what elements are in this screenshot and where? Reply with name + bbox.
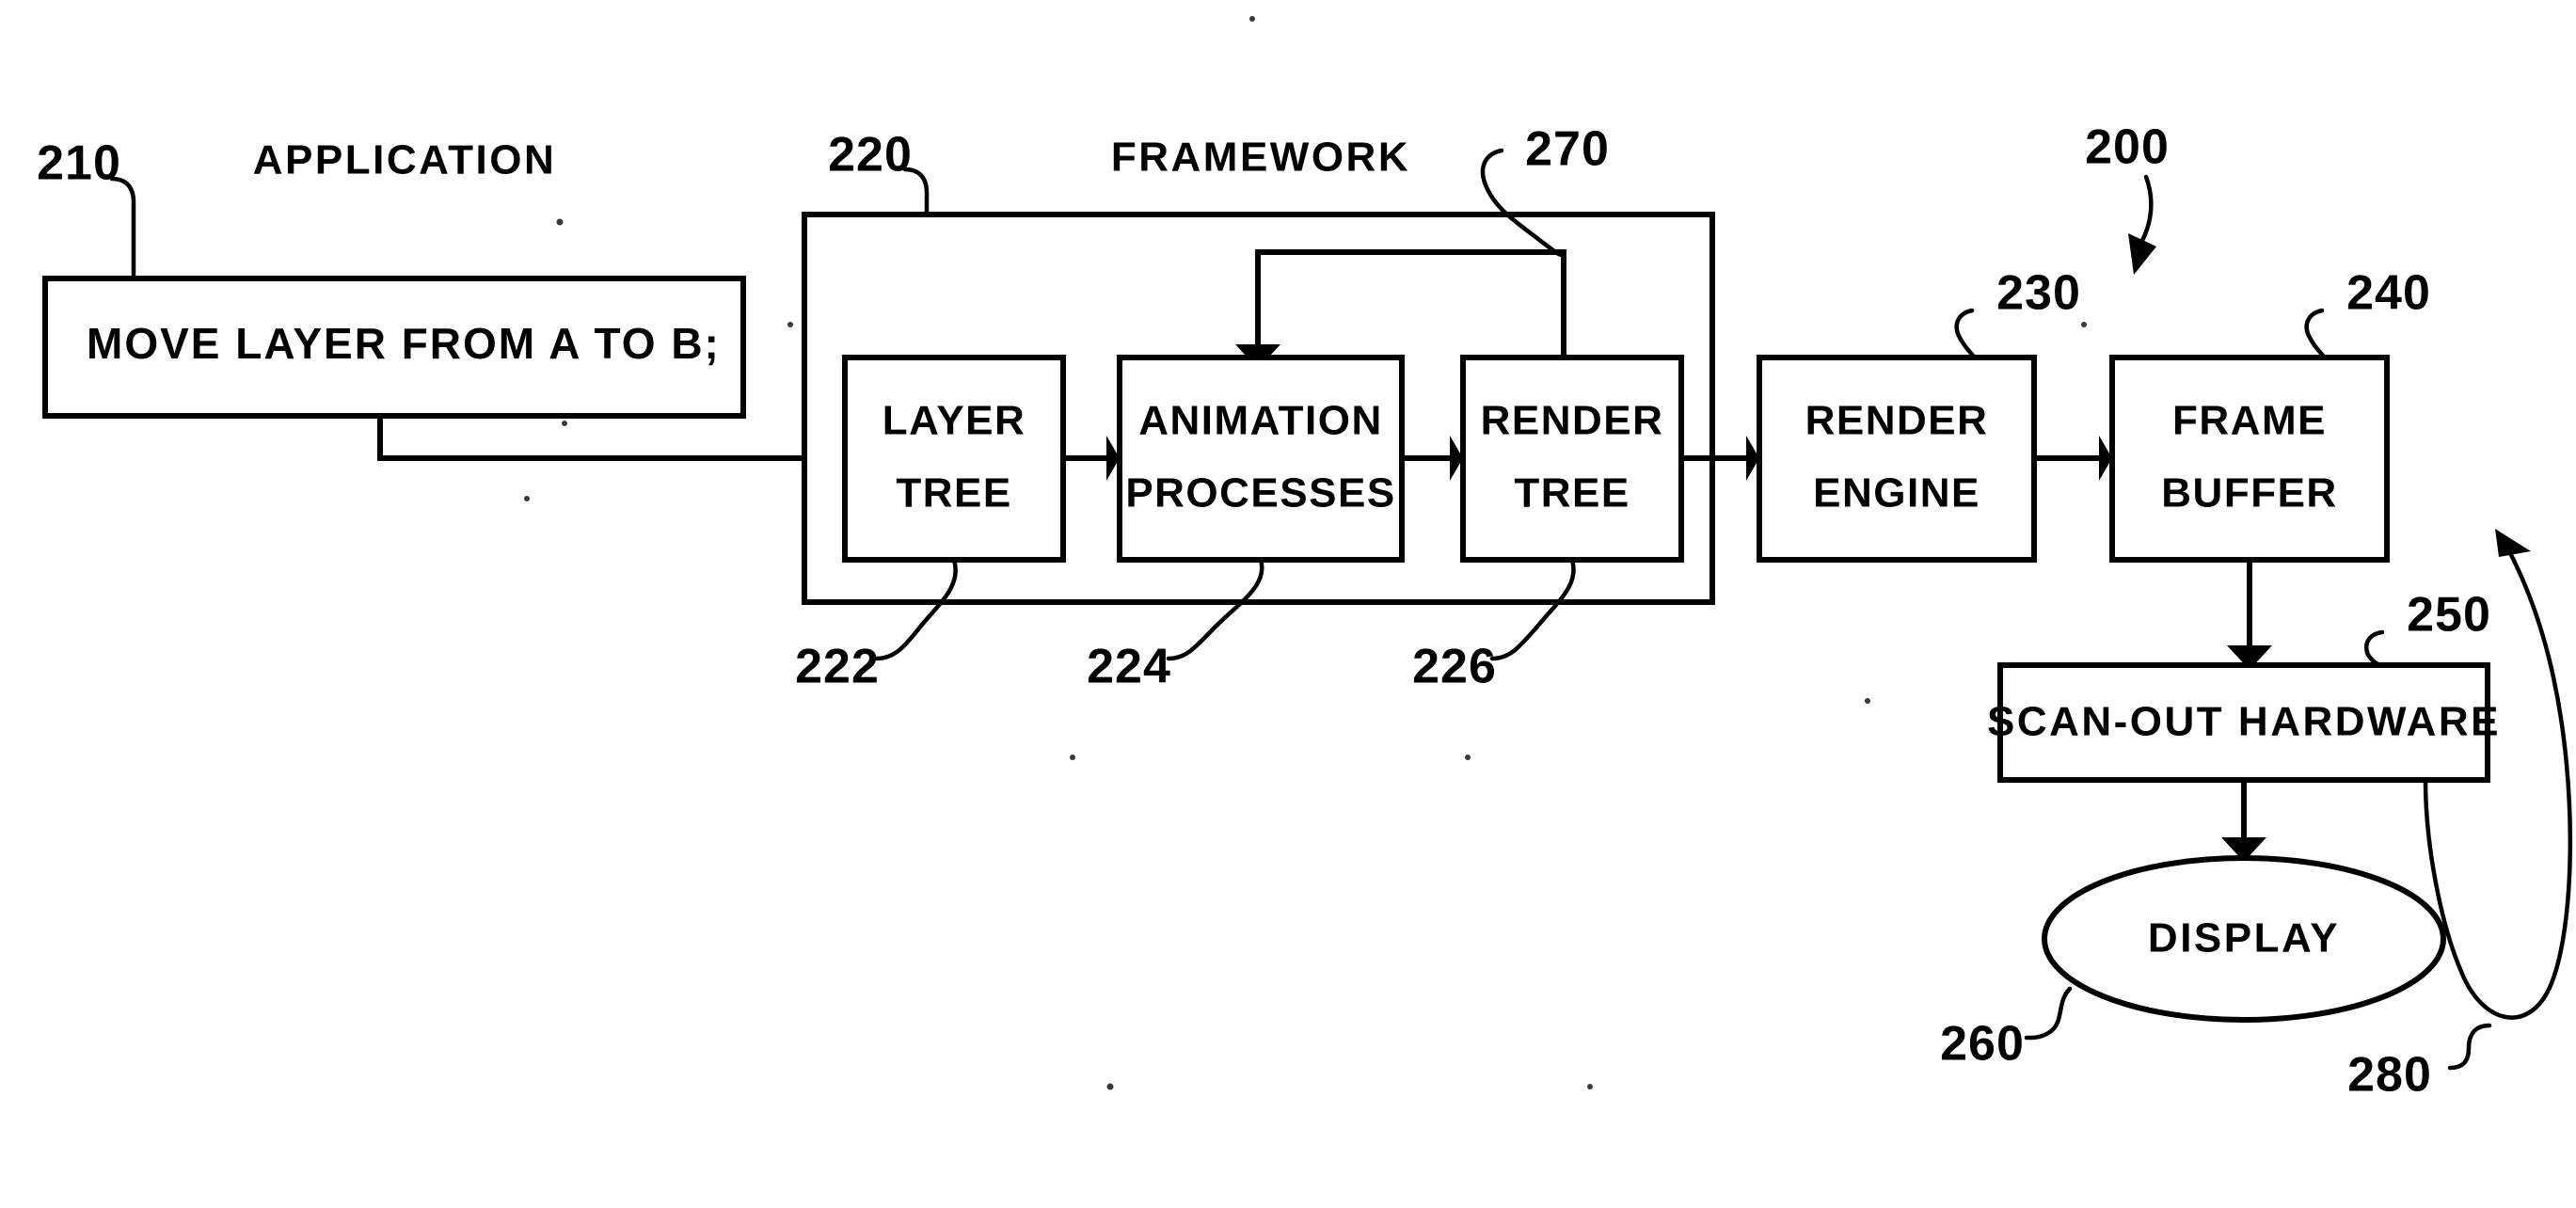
render-tree-box — [1460, 355, 1684, 563]
render-engine-group: RENDER ENGINE 230 — [1757, 266, 2081, 563]
render-tree-label-line2: TREE — [1514, 470, 1630, 517]
ref-label-226: 226 — [1412, 640, 1497, 694]
application-title: APPLICATION — [253, 137, 556, 183]
layer-tree-label-line1: LAYER — [883, 398, 1026, 444]
application-code-text: MOVE LAYER FROM A TO B; — [87, 319, 721, 368]
leader-line-250 — [2364, 629, 2385, 668]
ref-label-250: 250 — [2407, 588, 2491, 643]
leader-line-200 — [2135, 174, 2154, 251]
ref-label-230: 230 — [1996, 266, 2081, 321]
leader-line-240 — [2304, 308, 2327, 360]
ref-label-220: 220 — [828, 128, 913, 183]
animation-processes-label-line1: ANIMATION — [1138, 398, 1383, 444]
ref-label-210: 210 — [37, 136, 121, 191]
animation-processes-box — [1117, 355, 1405, 563]
application-to-layer-tree-connector — [377, 416, 845, 481]
ref-label-222: 222 — [795, 640, 880, 694]
ref-label-224: 224 — [1087, 640, 1171, 694]
render-engine-label-line1: RENDER — [1805, 398, 1989, 444]
animation-processes-label-line2: PROCESSES — [1125, 470, 1395, 517]
display-label: DISPLAY — [2148, 915, 2340, 962]
application-group: MOVE LAYER FROM A TO B; APPLICATION 210 — [37, 136, 746, 419]
scan-out-hardware-group: SCAN-OUT HARDWARE 250 — [1987, 588, 2501, 783]
arrow-scan-out-to-display — [2221, 780, 2266, 862]
ref-label-260: 260 — [1940, 1017, 2025, 1072]
leader-line-260 — [2024, 986, 2073, 1041]
arrow-render-engine-to-frame-buffer — [2034, 436, 2112, 481]
figure-reference-200: 200 — [2085, 120, 2170, 275]
leader-line-280 — [2447, 1023, 2492, 1071]
leader-line-210 — [109, 176, 136, 281]
frame-buffer-label-line2: BUFFER — [2161, 470, 2337, 517]
arrowhead-vsync-feedback — [2495, 529, 2531, 557]
ref-label-240: 240 — [2346, 266, 2431, 321]
display-group: DISPLAY 260 — [1940, 855, 2446, 1072]
frame-buffer-label-line1: FRAME — [2172, 398, 2327, 444]
render-engine-box — [1757, 355, 2037, 563]
ref-label-200: 200 — [2085, 120, 2170, 175]
patent-figure: MOVE LAYER FROM A TO B; APPLICATION 210 … — [0, 0, 2576, 1208]
render-engine-label-line2: ENGINE — [1813, 470, 1980, 517]
render-tree-label-line1: RENDER — [1481, 398, 1664, 444]
scan-out-hardware-label: SCAN-OUT HARDWARE — [1987, 699, 2501, 745]
framework-title: FRAMEWORK — [1111, 135, 1410, 181]
arrow-frame-buffer-to-scan-out — [2227, 560, 2272, 670]
frame-buffer-box — [2109, 355, 2390, 563]
ref-label-280: 280 — [2347, 1048, 2432, 1103]
layer-tree-label-line2: TREE — [896, 470, 1011, 517]
stage-animation-processes: ANIMATION PROCESSES 224 — [1087, 355, 1405, 694]
ref-label-270: 270 — [1525, 122, 1610, 177]
leader-line-230 — [1954, 308, 1977, 360]
frame-buffer-group: FRAME BUFFER 240 — [2109, 266, 2431, 563]
diagram-canvas: MOVE LAYER FROM A TO B; APPLICATION 210 … — [37, 16, 2573, 1103]
layer-tree-box — [842, 355, 1066, 563]
